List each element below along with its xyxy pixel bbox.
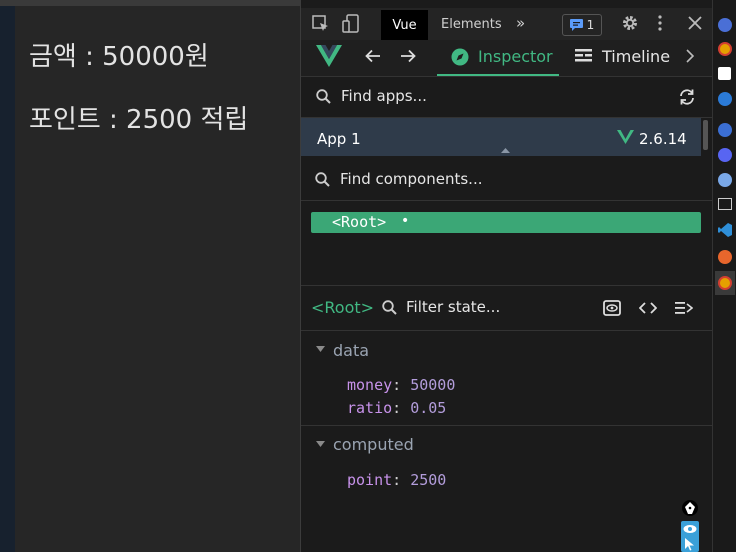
vscode-icon[interactable]: [718, 223, 732, 237]
tab-elements[interactable]: Elements: [441, 17, 502, 32]
caret-up-icon: [501, 148, 510, 153]
app-icon[interactable]: [718, 18, 732, 32]
device-toolbar-icon[interactable]: [342, 14, 360, 34]
kebab-menu-icon[interactable]: [657, 15, 663, 31]
state-value: 50000: [410, 376, 456, 394]
issues-button[interactable]: 1: [562, 14, 602, 36]
section-divider: [301, 425, 713, 426]
chrome-icon: [718, 276, 732, 290]
right-taskbar: [712, 0, 736, 552]
forward-arrow-icon[interactable]: [400, 49, 416, 63]
app-name: App 1: [317, 130, 361, 148]
page-content: 금액 : 50000원 포인트 : 2500 적립: [15, 0, 300, 552]
app-row[interactable]: App 1 2.6.14: [301, 118, 701, 156]
vue-version-icon: [617, 130, 634, 144]
left-edge-panel: [0, 0, 15, 552]
devtools-tabbar: [301, 8, 713, 41]
issues-count: 1: [586, 18, 595, 32]
timeline-icon: [575, 49, 592, 63]
tab-inspector-label: Inspector: [478, 47, 553, 66]
tab-inspector[interactable]: Inspector: [437, 40, 559, 76]
app-icon[interactable]: [718, 250, 732, 264]
caret-down-icon[interactable]: [316, 441, 325, 447]
back-arrow-icon[interactable]: [365, 49, 381, 63]
app-icon[interactable]: [718, 123, 732, 137]
notion-icon[interactable]: [718, 67, 731, 80]
compass-icon: [451, 48, 469, 66]
refresh-icon[interactable]: [678, 88, 696, 106]
discord-icon[interactable]: [718, 148, 732, 162]
app-icon[interactable]: [718, 92, 732, 106]
tree-node-root[interactable]: <Root> •: [311, 212, 701, 233]
app-icon[interactable]: [718, 173, 732, 187]
tab-vue[interactable]: Vue: [381, 10, 428, 40]
state-row-ratio[interactable]: ratio: 0.05: [347, 398, 446, 417]
state-row-point[interactable]: point: 2500: [347, 470, 446, 489]
state-key: point: [347, 471, 393, 489]
devtools-panel: Vue Elements » 1 Inspector Timeline Find…: [300, 0, 713, 552]
search-icon: [315, 172, 330, 187]
eye-icon: [683, 524, 697, 534]
eye-icon[interactable]: [603, 300, 621, 316]
tree-node-root-label: <Root>: [332, 213, 387, 231]
state-value: 0.05: [410, 399, 447, 417]
gear-icon[interactable]: [621, 14, 639, 32]
expand-panel-icon[interactable]: [675, 301, 693, 315]
filter-state-input[interactable]: Filter state...: [406, 298, 500, 316]
overlay-toggle-button[interactable]: [681, 521, 699, 552]
point-text: 포인트 : 2500 적립: [29, 105, 249, 135]
selected-component-name: <Root>: [311, 298, 375, 317]
pen-nib-icon[interactable]: [682, 500, 698, 516]
code-icon[interactable]: [639, 301, 657, 315]
amount-text: 금액 : 50000원: [29, 42, 209, 72]
message-icon: [569, 19, 583, 31]
tab-timeline[interactable]: Timeline: [602, 47, 670, 66]
close-icon[interactable]: [688, 16, 702, 30]
pointer-icon: [685, 538, 695, 551]
find-apps-input[interactable]: Find apps...: [341, 87, 427, 105]
state-key: money: [347, 376, 393, 394]
tree-node-dot: •: [401, 213, 410, 229]
calendar-icon[interactable]: [718, 198, 732, 210]
chevron-right-icon[interactable]: [686, 49, 694, 63]
state-row-money[interactable]: money: 50000: [347, 375, 455, 394]
vue-version: 2.6.14: [639, 130, 687, 148]
search-icon: [382, 300, 397, 315]
state-value: 2500: [410, 471, 447, 489]
computed-section-title[interactable]: computed: [333, 435, 414, 454]
inspect-element-icon[interactable]: [312, 15, 330, 33]
chrome-icon[interactable]: [718, 42, 732, 56]
state-key: ratio: [347, 399, 393, 417]
data-section-title[interactable]: data: [333, 341, 369, 360]
find-components-input[interactable]: Find components...: [340, 170, 482, 188]
search-icon: [316, 89, 331, 104]
app-list-scrollbar[interactable]: [703, 120, 708, 150]
browser-top-edge: [0, 0, 300, 6]
more-tabs-button[interactable]: »: [516, 14, 525, 32]
caret-down-icon[interactable]: [316, 346, 325, 352]
active-taskbar-item[interactable]: [715, 271, 735, 295]
vue-logo-icon: [316, 45, 342, 67]
